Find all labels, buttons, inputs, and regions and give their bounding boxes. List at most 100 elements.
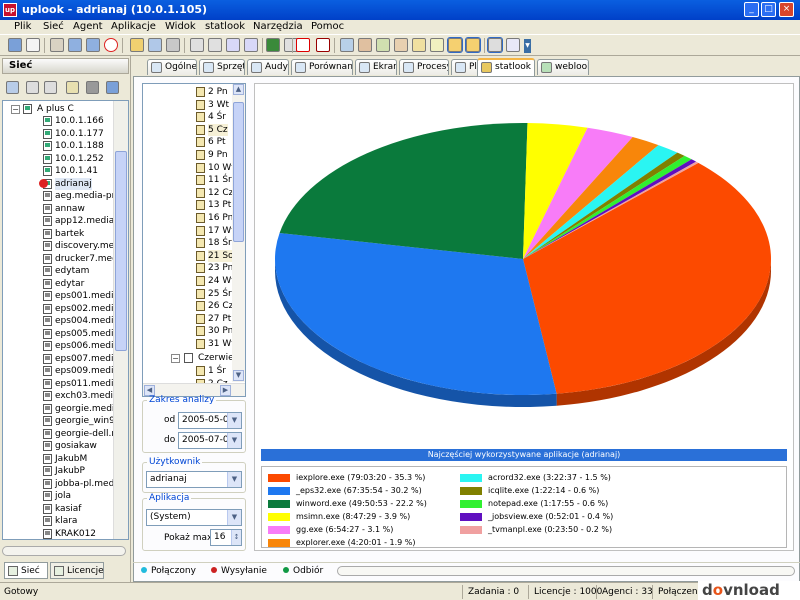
menu-widok[interactable]: Widok <box>165 20 196 34</box>
tree-item[interactable]: JakubM <box>3 453 113 465</box>
monitor-icon[interactable] <box>340 38 354 52</box>
chevron-down-icon[interactable]: ▼ <box>227 472 241 487</box>
toolbar-overflow-button[interactable]: ▼ <box>524 39 531 53</box>
connect-icon[interactable] <box>8 38 22 52</box>
group-icon[interactable] <box>66 81 79 94</box>
tree-root[interactable]: − A plus C <box>3 103 113 115</box>
day-item[interactable]: 2 Pn <box>143 86 231 98</box>
from-date-picker[interactable]: 2005-05-05 ▼ <box>178 412 242 429</box>
tree-item[interactable]: jola <box>3 490 113 502</box>
day-item[interactable]: 5 Cz <box>143 123 231 136</box>
chevron-down-icon[interactable]: ▼ <box>227 413 241 428</box>
date-tree-vertical-scrollbar[interactable]: ▲ ▼ <box>232 84 245 382</box>
day-item[interactable]: 12 Cz <box>143 187 233 199</box>
tree-item[interactable]: app12.media-p <box>3 215 113 227</box>
tree-item[interactable]: georgie-dell.me <box>3 428 113 440</box>
tree-item[interactable]: discovery.medi <box>3 240 113 252</box>
find-icon[interactable] <box>86 81 99 94</box>
cpu-icon[interactable] <box>190 38 204 52</box>
menu-statlook[interactable]: statlook <box>205 20 245 34</box>
screen-icon[interactable] <box>148 38 162 52</box>
tree-item[interactable]: klara <box>3 515 113 527</box>
statlook-table-icon[interactable] <box>465 37 481 53</box>
tab-statlook[interactable]: statlook <box>477 58 535 76</box>
tree-item[interactable]: edytam <box>3 265 113 277</box>
day-item[interactable]: 30 Pn <box>143 325 233 337</box>
tree-item[interactable]: edytar <box>3 278 113 290</box>
tree-item[interactable]: eps002.media- <box>3 303 113 315</box>
tab-sprzet[interactable]: Sprzęt <box>199 59 245 75</box>
tree-item[interactable]: eps004.media- <box>3 315 113 327</box>
tree-item[interactable]: eps005.media- <box>3 328 113 340</box>
percent-icon[interactable] <box>316 38 330 52</box>
agent-icon[interactable] <box>86 38 100 52</box>
day-item[interactable]: 13 Pt <box>143 199 231 211</box>
tree-item[interactable]: georgie_win98 <box>3 415 113 427</box>
hardware-icon[interactable] <box>376 38 390 52</box>
day-item[interactable]: 23 Pn <box>143 262 233 274</box>
user-select[interactable]: adrianaj ▼ <box>146 471 242 488</box>
scroll-up-icon[interactable]: ▲ <box>233 84 244 95</box>
users-icon[interactable] <box>130 38 144 52</box>
compare-icon[interactable] <box>244 38 258 52</box>
to-date-picker[interactable]: 2005-07-05 ▼ <box>178 432 242 449</box>
memory-icon[interactable] <box>208 38 222 52</box>
tree-item[interactable]: georgie.media- <box>3 403 113 415</box>
server-icon[interactable] <box>26 81 39 94</box>
tree-item[interactable]: eps006.media- <box>3 340 113 352</box>
day-item[interactable]: 25 Śr <box>143 288 232 300</box>
month-june[interactable]: − Czerwiec <box>143 352 239 364</box>
tree-item[interactable]: annaw <box>3 203 113 215</box>
tab-weblook[interactable]: weblook <box>537 59 589 75</box>
clipboard-icon[interactable] <box>44 81 57 94</box>
tab-ekran[interactable]: Ekran <box>355 59 397 75</box>
menu-plik[interactable]: Plik <box>14 20 31 34</box>
tree-item[interactable]: 10.0.1.177 <box>3 128 113 140</box>
tab-audyt[interactable]: Audyt <box>247 59 289 75</box>
day-item[interactable]: 17 Wt <box>143 225 235 237</box>
tree-item[interactable]: eps009.media- <box>3 365 113 377</box>
day-item[interactable]: 18 Śr <box>143 237 232 249</box>
tree-item[interactable]: 10.0.1.252 <box>3 153 113 165</box>
tree-item[interactable]: 10.0.1.166 <box>3 115 113 127</box>
app-select[interactable]: (System) ▼ <box>146 509 242 526</box>
add-computer-icon[interactable] <box>6 81 19 94</box>
day-item[interactable]: 21 So <box>143 249 234 262</box>
chevron-down-icon[interactable]: ▼ <box>227 510 241 525</box>
day-item[interactable]: 9 Pn <box>143 149 231 161</box>
show-max-stepper[interactable]: 16 ↕ <box>210 529 242 546</box>
scroll-thumb[interactable] <box>115 151 127 351</box>
tab-porownanie[interactable]: Porównanie <box>291 59 353 75</box>
tree-item[interactable]: eps001.media- <box>3 290 113 302</box>
network-tree[interactable]: − A plus C 10.0.1.166 10.0.1.177 10.0.1.18… <box>2 100 129 540</box>
day-item[interactable]: 11 Śr <box>143 174 232 186</box>
scroll-down-icon[interactable]: ▼ <box>233 370 244 381</box>
tree-item[interactable]: eps007.media- <box>3 353 113 365</box>
help-icon[interactable] <box>50 38 64 52</box>
network-icon[interactable] <box>226 38 240 52</box>
tab-ogolne[interactable]: Ogólne <box>147 59 197 75</box>
tree-item[interactable]: 10.0.1.188 <box>3 140 113 152</box>
chevron-down-icon[interactable]: ▼ <box>227 433 241 448</box>
day-item[interactable]: 16 Pn <box>143 212 233 224</box>
minimize-button[interactable]: _ <box>744 2 759 17</box>
close-button[interactable]: × <box>779 2 794 17</box>
processes-icon[interactable] <box>358 38 372 52</box>
properties-icon[interactable] <box>106 81 119 94</box>
tab-pliki[interactable]: Pliki <box>451 59 479 75</box>
tree-item[interactable]: bartek <box>3 228 113 240</box>
sync-icon[interactable] <box>506 38 520 52</box>
software-icon[interactable] <box>394 38 408 52</box>
tree-item[interactable]: exch03.media- <box>3 390 113 402</box>
tree-item[interactable]: kasiaf <box>3 503 113 515</box>
menu-narzedzia[interactable]: Narzędzia <box>253 20 303 34</box>
day-item[interactable]: 6 Pt <box>143 136 231 148</box>
refresh-icon[interactable] <box>68 38 82 52</box>
collapse-icon[interactable]: − <box>11 105 20 114</box>
menu-agent[interactable]: Agent <box>73 20 103 34</box>
tree-item[interactable]: gosiakaw <box>3 440 113 452</box>
tab-siec[interactable]: Sieć <box>4 562 48 579</box>
stop-icon[interactable] <box>104 38 118 52</box>
delete-icon[interactable] <box>296 38 310 52</box>
menu-pomoc[interactable]: Pomoc <box>311 20 344 34</box>
